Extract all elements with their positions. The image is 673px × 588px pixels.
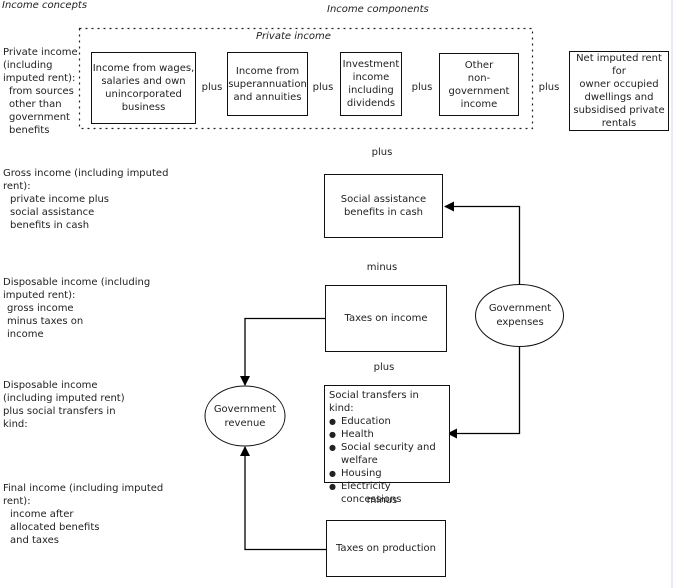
concept-detail: gross income minus taxes on income bbox=[7, 303, 84, 340]
box-wages: Income from wages, salaries and own unin… bbox=[91, 52, 196, 124]
income-components-heading: Income components bbox=[327, 4, 429, 15]
concept-disposable-plus-transfers: Disposable income (including imputed ren… bbox=[3, 379, 173, 431]
income-concepts-heading: Income concepts bbox=[2, 0, 88, 11]
concept-title: Final income (including imputed rent): bbox=[3, 483, 164, 507]
social-transfers-list: Education Health Social security and wel… bbox=[329, 415, 445, 506]
box-taxes-on-income: Taxes on income bbox=[325, 285, 447, 352]
op-plus-1: plus bbox=[201, 82, 223, 93]
concept-gross-income: Gross income (including imputed rent): p… bbox=[3, 167, 173, 232]
concept-title: Gross income (including imputed rent): bbox=[3, 168, 169, 192]
box-investment: Investment income including dividends bbox=[340, 52, 402, 116]
arrow-expenses-to-social-transfers bbox=[447, 346, 521, 439]
box-other-income: Other non-government income bbox=[439, 53, 519, 116]
list-item: Electricity concessions bbox=[329, 480, 445, 506]
gov-revenue-label: Government revenue bbox=[213, 404, 277, 429]
social-transfers-title: Social transfers in kind: bbox=[329, 390, 419, 414]
list-item: Housing bbox=[329, 467, 445, 480]
concept-detail: income after allocated benefits and taxe… bbox=[10, 509, 100, 546]
arrow-expenses-to-social-assistance bbox=[444, 201, 521, 285]
op-plus-transfers: plus bbox=[373, 362, 395, 373]
op-plus-4: plus bbox=[538, 82, 560, 93]
op-plus-gross: plus bbox=[371, 147, 393, 158]
concept-detail: private income plus social assistance be… bbox=[10, 194, 110, 231]
arrow-taxes-production-to-revenue bbox=[240, 446, 326, 551]
arrow-taxes-income-to-revenue bbox=[240, 317, 325, 386]
list-item: Education bbox=[329, 415, 445, 428]
op-plus-3: plus bbox=[411, 82, 433, 93]
gov-expenses-label: Government expenses bbox=[488, 303, 552, 328]
list-item: Health bbox=[329, 428, 445, 441]
op-plus-2: plus bbox=[312, 82, 334, 93]
concept-disposable-income: Disposable income (including imputed ren… bbox=[3, 276, 173, 341]
concept-title: Disposable income (including imputed ren… bbox=[3, 380, 125, 430]
list-item: Social security and welfare bbox=[329, 441, 445, 467]
concept-title: Private income (including imputed rent): bbox=[3, 47, 78, 84]
box-social-assistance: Social assistance benefits in cash bbox=[324, 174, 443, 238]
op-minus-tax: minus bbox=[366, 262, 398, 273]
concept-final-income: Final income (including imputed rent): i… bbox=[3, 482, 173, 547]
concept-detail: from sources other than government benef… bbox=[9, 86, 74, 136]
box-social-transfers-in-kind: Social transfers in kind: Education Heal… bbox=[324, 385, 450, 505]
box-imputed-rent: Net imputed rent for owner occupied dwel… bbox=[569, 51, 669, 131]
concept-title: Disposable income (including imputed ren… bbox=[3, 277, 151, 301]
box-superannuation: Income from superannuation and annuities bbox=[227, 52, 308, 116]
box-taxes-on-production: Taxes on production bbox=[326, 520, 446, 577]
concept-private-income: Private income (including imputed rent):… bbox=[3, 46, 81, 137]
private-income-group-heading: Private income bbox=[256, 31, 331, 42]
